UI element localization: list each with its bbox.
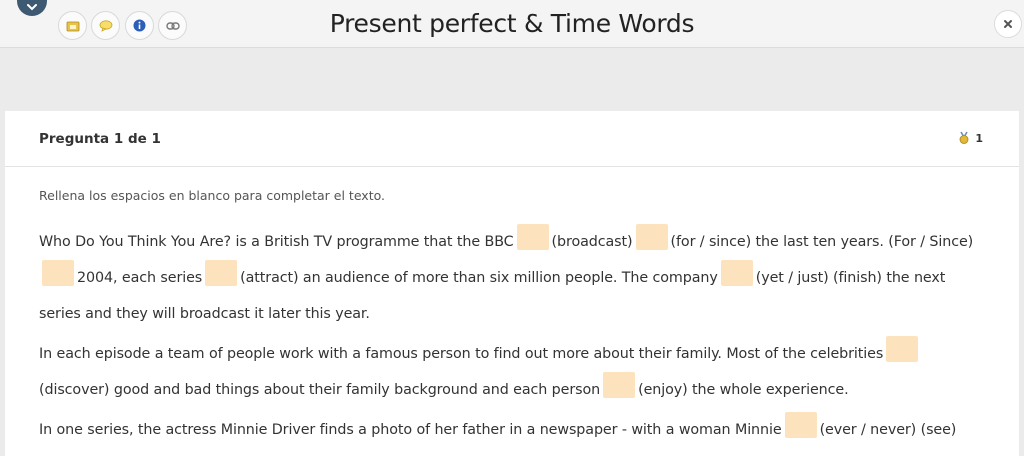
- cloze-text-segment: In one series, the actress Minnie Driver…: [39, 422, 782, 438]
- cloze-paragraph: Who Do You Think You Are? is a British T…: [39, 224, 985, 332]
- close-icon: [1004, 20, 1012, 28]
- instruction-text: Rellena los espacios en blanco para comp…: [39, 188, 386, 203]
- cloze-text-segment: (attract) an audience of more than six m…: [240, 270, 718, 286]
- cloze-text-segment: (enjoy) the whole experience.: [638, 382, 849, 398]
- page-title: Present perfect & Time Words: [329, 9, 695, 38]
- answer-blank[interactable]: [205, 260, 238, 286]
- answer-blank[interactable]: [42, 260, 74, 286]
- cloze-text-segment: (for / since) the last ten years. (For /…: [670, 234, 974, 250]
- question-header: Pregunta 1 de 1 1: [5, 111, 1019, 167]
- cloze-text-segment: (discover) good and bad things about the…: [39, 382, 601, 398]
- answer-blank[interactable]: [635, 224, 668, 250]
- cloze-text: Who Do You Think You Are? is a British T…: [39, 224, 985, 448]
- cloze-paragraph: In each episode a team of people work wi…: [39, 336, 985, 408]
- answer-blank[interactable]: [784, 412, 817, 438]
- question-card: Pregunta 1 de 1 1 Rellena los espacios e…: [5, 111, 1019, 456]
- answer-blank[interactable]: [886, 336, 919, 362]
- question-body: Rellena los espacios en blanco para comp…: [5, 188, 1019, 448]
- cloze-text-segment: In each episode a team of people work wi…: [39, 346, 884, 362]
- cloze-paragraph: In one series, the actress Minnie Driver…: [39, 412, 985, 448]
- cloze-text-segment: (ever / never) (see): [819, 422, 957, 438]
- points-badge: 1: [957, 131, 983, 145]
- cloze-text-segment: (broadcast): [551, 234, 633, 250]
- close-button[interactable]: [994, 10, 1022, 38]
- question-counter: Pregunta 1 de 1: [39, 130, 161, 147]
- cloze-text-segment: Who Do You Think You Are? is a British T…: [39, 234, 514, 250]
- answer-blank[interactable]: [720, 260, 753, 286]
- medal-icon: [959, 131, 969, 144]
- answer-blank[interactable]: [516, 224, 549, 250]
- points-value: 1: [975, 131, 983, 145]
- top-bar: Present perfect & Time Words: [0, 0, 1024, 48]
- cloze-text-segment: 2004, each series: [77, 270, 203, 286]
- answer-blank[interactable]: [603, 372, 636, 398]
